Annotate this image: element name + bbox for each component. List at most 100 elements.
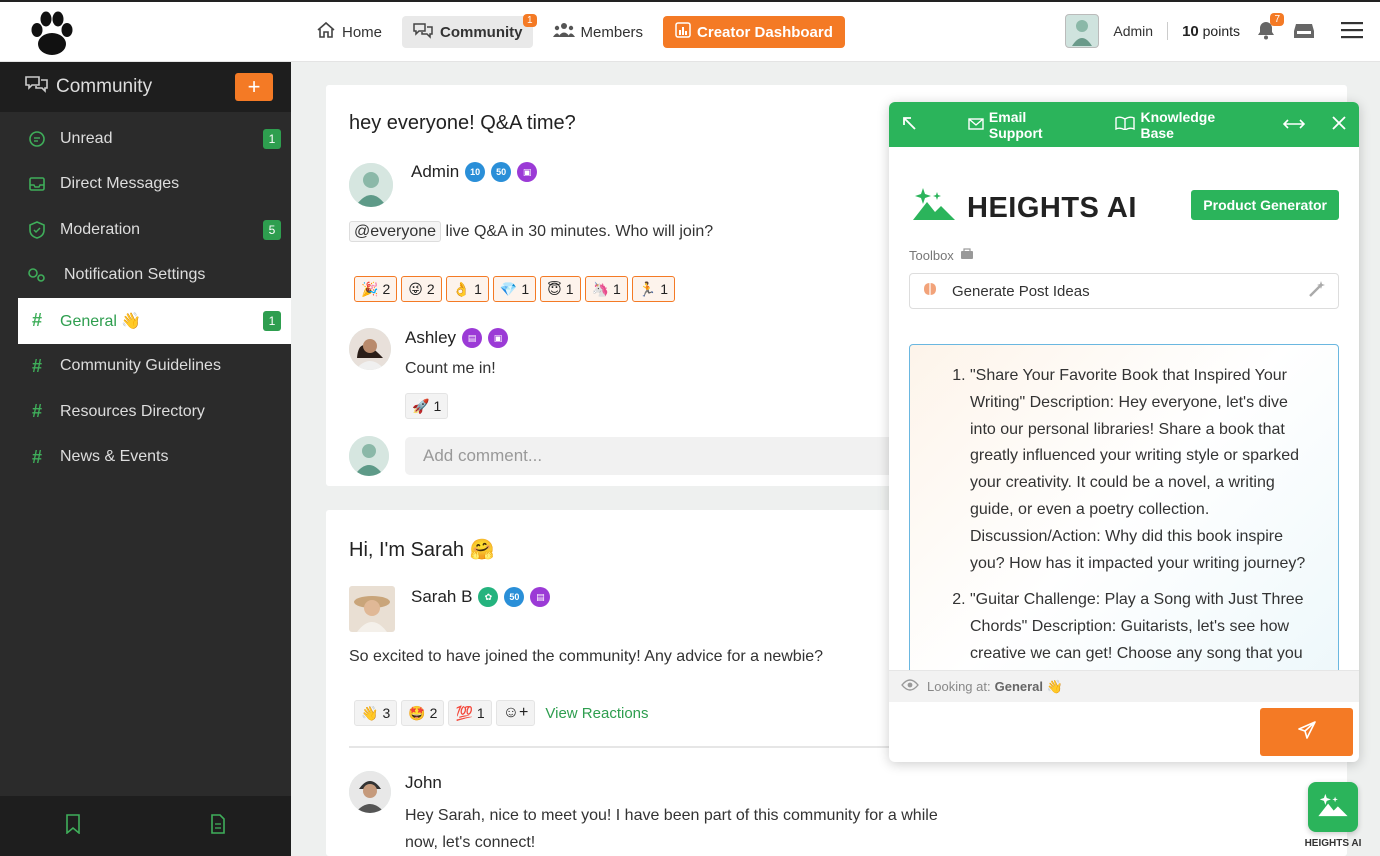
avatar[interactable] xyxy=(349,586,395,632)
nav-home[interactable]: Home xyxy=(306,16,392,48)
add-channel-button[interactable]: + xyxy=(235,73,273,101)
nav-members-label: Members xyxy=(580,23,644,41)
reaction-button[interactable]: 🤩 2 xyxy=(401,700,445,726)
fab-label: HEIGHTS AI xyxy=(1304,838,1362,849)
unread-badge: 1 xyxy=(263,128,281,149)
reaction-button[interactable]: 🏃 1 xyxy=(631,276,675,302)
author-name[interactable]: Sarah B xyxy=(411,587,472,607)
hash-icon: # xyxy=(31,401,42,422)
product-generator-button[interactable]: Product Generator xyxy=(1191,190,1339,220)
sidebar-item-unread[interactable]: Unread 1 xyxy=(0,116,291,162)
comment-author: Ashley ▤ ▣ xyxy=(405,328,509,348)
mention[interactable]: @everyone xyxy=(349,221,442,242)
view-reactions-link[interactable]: View Reactions xyxy=(545,705,648,722)
reaction-button[interactable]: 🚀 1 xyxy=(405,393,449,419)
menu-button[interactable] xyxy=(1340,19,1364,43)
send-button[interactable] xyxy=(1260,708,1353,756)
sidebar-item-community-guidelines[interactable]: # Community Guidelines xyxy=(0,344,291,390)
creator-dashboard-button[interactable]: Creator Dashboard xyxy=(663,16,845,48)
sidebar-item-label: News & Events xyxy=(60,448,169,466)
answer-item: "Share Your Favorite Book that Inspired … xyxy=(970,363,1318,577)
document-icon[interactable] xyxy=(210,813,226,839)
user-points: 10 points xyxy=(1182,22,1240,40)
sidebar-header: Community + xyxy=(0,62,291,112)
reaction-bar: 👋 3 🤩 2 💯 1 ☺+ View Reactions xyxy=(354,700,649,726)
post-title[interactable]: Hi, I'm Sarah 🤗 xyxy=(349,537,494,562)
post-title[interactable]: hey everyone! Q&A time? xyxy=(349,112,576,135)
sidebar-item-moderation[interactable]: Moderation 5 xyxy=(0,207,291,253)
reaction-button[interactable]: 🎉 2 xyxy=(354,276,398,302)
inbox-icon xyxy=(1293,20,1315,43)
post-body: @everyone live Q&A in 30 minutes. Who wi… xyxy=(349,221,713,242)
gears-icon xyxy=(26,266,48,284)
sidebar-item-general[interactable]: # General 👋 1 xyxy=(18,298,291,344)
sidebar-item-notification-settings[interactable]: Notification Settings xyxy=(0,253,291,299)
inbox-button[interactable] xyxy=(1292,19,1316,43)
leaf-badge-icon: ✿ xyxy=(478,587,499,607)
avatar[interactable] xyxy=(349,771,391,813)
magic-wand-icon[interactable] xyxy=(1308,280,1326,302)
paw-logo-icon[interactable] xyxy=(24,6,80,62)
collapse-arrow-icon[interactable] xyxy=(901,115,920,134)
user-area: Admin 10 points 7 xyxy=(1065,13,1364,48)
knowledge-base-link[interactable]: Knowledge Base xyxy=(1115,109,1245,141)
gift-badge-icon: ▤ xyxy=(530,587,551,607)
nav-members[interactable]: Members xyxy=(543,16,654,48)
community-badge: 1 xyxy=(522,14,537,27)
avatar[interactable] xyxy=(349,163,393,207)
ai-message-input[interactable] xyxy=(889,702,1259,762)
notifications-button[interactable]: 7 xyxy=(1254,13,1284,43)
ai-answer-box[interactable]: "Share Your Favorite Book that Inspired … xyxy=(909,344,1339,674)
comment-input[interactable]: Add comment... xyxy=(405,437,965,475)
reply-body: Hey Sarah, nice to meet you! I have been… xyxy=(405,807,938,851)
nav-community-label: Community xyxy=(440,23,523,41)
moderation-badge: 5 xyxy=(263,219,281,240)
sparkle-mountain-icon xyxy=(1317,792,1349,823)
sidebar-item-label: Resources Directory xyxy=(60,402,205,420)
chat-bubbles-icon xyxy=(412,20,434,44)
tool-select[interactable]: Generate Post Ideas xyxy=(909,273,1339,309)
toolbox-label: Toolbox xyxy=(909,248,974,263)
brain-icon xyxy=(922,281,938,301)
sidebar-item-direct-messages[interactable]: Direct Messages xyxy=(0,162,291,208)
sidebar-item-label: Direct Messages xyxy=(60,175,180,193)
top-bar: Home Community 1 Members Creator Dashboa… xyxy=(0,0,1380,62)
reaction-button[interactable]: 🦄 1 xyxy=(584,276,628,302)
email-support-link[interactable]: Email Support xyxy=(968,109,1078,141)
user-name[interactable]: Admin xyxy=(1113,23,1153,39)
chat-bubbles-icon xyxy=(24,73,50,101)
reaction-button[interactable]: 👋 3 xyxy=(354,700,398,726)
nav-home-label: Home xyxy=(342,23,383,41)
hamburger-icon xyxy=(1341,21,1363,42)
bookmark-icon[interactable] xyxy=(65,813,81,839)
post-author: Sarah B ✿ 50 ▤ xyxy=(411,587,551,607)
nav-community[interactable]: Community 1 xyxy=(402,14,537,48)
sidebar-item-label: General 👋 xyxy=(60,312,142,330)
reaction-button[interactable]: 😜 2 xyxy=(401,276,442,302)
reaction-button[interactable]: 💎 1 xyxy=(492,276,537,302)
level-badge: 50 xyxy=(491,162,512,182)
sidebar-item-news-events[interactable]: # News & Events xyxy=(0,435,291,481)
reply-author: John xyxy=(405,773,442,793)
reaction-button[interactable]: 😇 1 xyxy=(540,276,581,302)
reaction-button[interactable]: 👌 1 xyxy=(445,276,489,302)
add-reaction-button[interactable]: ☺+ xyxy=(495,700,536,726)
user-avatar[interactable] xyxy=(1065,14,1100,48)
sidebar-item-resources-directory[interactable]: # Resources Directory xyxy=(0,389,291,435)
members-icon xyxy=(552,21,575,43)
expand-horizontal-icon[interactable] xyxy=(1282,117,1306,133)
hash-icon: # xyxy=(31,310,42,331)
comment-reaction-bar: 🚀 1 xyxy=(405,393,449,419)
heights-ai-fab-button[interactable] xyxy=(1308,782,1358,832)
reaction-button[interactable]: 💯 1 xyxy=(448,700,492,726)
author-name[interactable]: John xyxy=(405,773,442,793)
close-icon[interactable] xyxy=(1331,115,1347,134)
avatar[interactable] xyxy=(349,328,391,370)
author-name[interactable]: Ashley xyxy=(405,328,456,348)
level-badge: 10 xyxy=(465,162,486,182)
inbox-icon xyxy=(26,175,48,193)
gift-badge-icon: ▤ xyxy=(462,328,483,348)
sidebar-item-label: Moderation xyxy=(60,220,141,238)
notifications-badge: 7 xyxy=(1270,13,1284,26)
author-name[interactable]: Admin xyxy=(411,162,459,182)
